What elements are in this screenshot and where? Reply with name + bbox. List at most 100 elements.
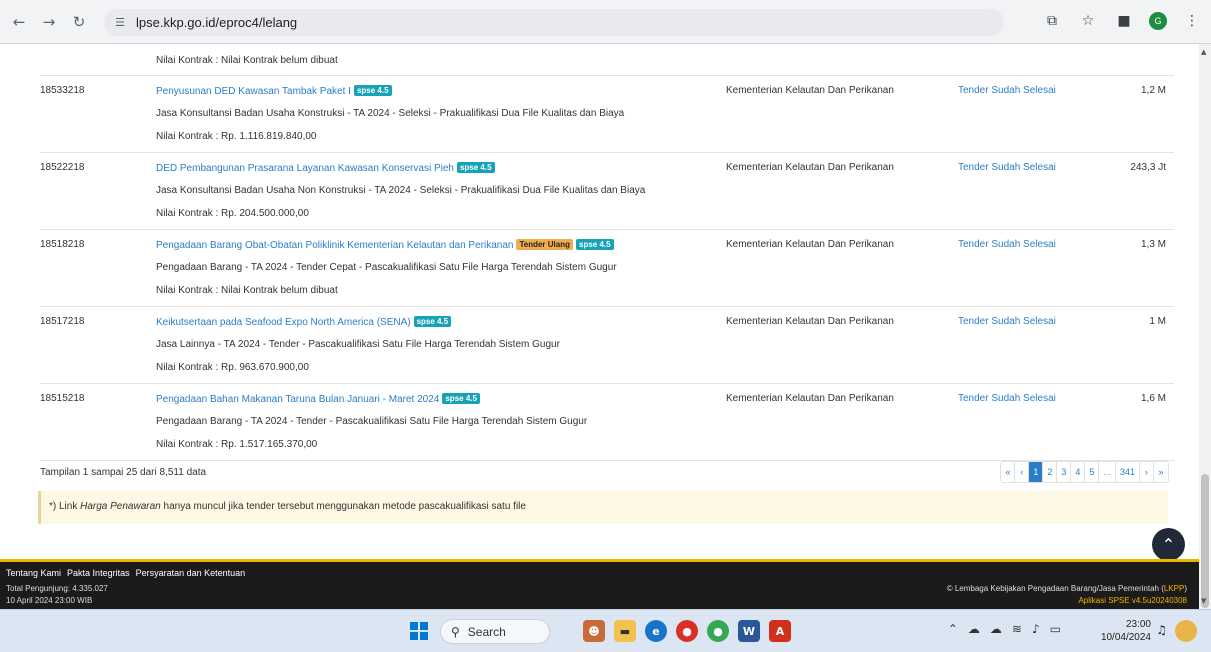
battery-icon[interactable]: ▭ [1050, 622, 1061, 636]
hps-value: 1 M [1149, 316, 1166, 327]
badge: spse 4.5 [456, 162, 495, 173]
tender-title-cell: Keikutsertaan pada Seafood Expo North Am… [156, 316, 452, 328]
pagination-item[interactable]: › [1140, 462, 1154, 482]
table-info: Tampilan 1 sampai 25 dari 8,511 data [40, 467, 207, 478]
nilai-kontrak: Nilai Kontrak : Rp. 1.517.165.370,00 [156, 439, 318, 450]
footer-link-persyaratan[interactable]: Persyaratan dan Ketentuan [136, 568, 246, 578]
people-app-icon[interactable]: ☻ [583, 620, 605, 642]
tender-status-link[interactable]: Tender Sudah Selesai [958, 239, 1056, 250]
notification-bell-icon[interactable]: ♫ [1156, 623, 1167, 637]
notice-box: *) Link Harga Penawaran hanya muncul jik… [38, 491, 1168, 524]
pagination-item[interactable]: 3 [1057, 462, 1072, 482]
instansi: Kementerian Kelautan Dan Perikanan [726, 393, 894, 404]
translate-icon[interactable]: ⧉ [1041, 10, 1063, 32]
page-scrollbar[interactable]: ▲ ▼ [1199, 44, 1211, 609]
windows-taskbar: ⚲ Search ☻ ▬ e ● ● W A ⌃ ☁ ☁ ≋ ♪ ▭ 23:00… [0, 609, 1211, 652]
onedrive-icon[interactable]: ☁ [968, 622, 980, 636]
tender-title-link[interactable]: Pengadaan Barang Obat-Obatan Poliklinik … [156, 240, 513, 251]
tender-status-link[interactable]: Tender Sudah Selesai [958, 162, 1056, 173]
nilai-kontrak: Nilai Kontrak : Rp. 204.500.000,00 [156, 208, 309, 219]
nilai-kontrak: Nilai Kontrak : Rp. 963.670.900,00 [156, 362, 309, 373]
taskbar-search[interactable]: ⚲ Search [440, 619, 550, 644]
url-text[interactable]: lpse.kkp.go.id/eproc4/lelang [136, 15, 297, 30]
footer-link-tentang[interactable]: Tentang Kami [6, 568, 61, 578]
table-row: 18518218 Pengadaan Barang Obat-Obatan Po… [40, 230, 1174, 307]
scroll-thumb[interactable] [1201, 474, 1209, 608]
badge: spse 4.5 [576, 239, 614, 250]
edge-browser-icon[interactable]: e [645, 620, 667, 642]
tender-status-link[interactable]: Tender Sudah Selesai [958, 85, 1056, 96]
pagination-item[interactable]: ‹ [1015, 462, 1030, 482]
tender-title-link[interactable]: Pengadaan Bahan Makanan Taruna Bulan Jan… [156, 394, 439, 405]
lkpp-link[interactable]: LKPP [1164, 584, 1184, 593]
windows-start-icon[interactable] [410, 622, 428, 640]
site-info-icon[interactable]: ☰ [110, 13, 130, 33]
nilai-kontrak: Nilai Kontrak : Nilai Kontrak belum dibu… [156, 55, 338, 66]
browser-actions: ⧉ ☆ ■ G ⋮ [1041, 10, 1203, 32]
notice-emphasis: Harga Penawaran [80, 501, 161, 512]
tender-id: 18515218 [40, 393, 85, 404]
clock-time: 23:00 [1125, 619, 1151, 630]
footer-links: Tentang Kami Pakta Integritas Persyarata… [6, 568, 245, 578]
clock-date: 10/04/2024 [1100, 632, 1151, 643]
table-row: 18522218 DED Pembangunan Prasarana Layan… [40, 153, 1174, 230]
pagination-item[interactable]: 341 [1115, 462, 1140, 482]
hps-value: 243,3 Jt [1130, 162, 1166, 173]
system-tray: ⌃ ☁ ☁ ≋ ♪ ▭ [948, 622, 1061, 636]
tender-title-link[interactable]: DED Pembangunan Prasarana Layanan Kawasa… [156, 163, 454, 174]
table-row: 18533218 Penyusunan DED Kawasan Tambak P… [40, 76, 1174, 153]
screen: ← → ↻ ☰ lpse.kkp.go.id/eproc4/lelang ⧉ ☆… [0, 0, 1211, 652]
footer-link-pakta[interactable]: Pakta Integritas [67, 568, 130, 578]
pdf-app-icon[interactable]: A [769, 620, 791, 642]
profile-avatar[interactable]: G [1149, 12, 1167, 30]
weather-icon[interactable] [1175, 620, 1197, 642]
forward-arrow-icon[interactable]: → [38, 11, 60, 33]
side-panel-icon[interactable]: ■ [1113, 10, 1135, 32]
tender-jenis: Jasa Konsultansi Badan Usaha Non Konstru… [156, 185, 646, 196]
tender-jenis: Pengadaan Barang - TA 2024 - Tender - Pa… [156, 416, 588, 427]
pagination-item[interactable]: 1 [1029, 462, 1044, 482]
copyright-prefix: © Lembaga Kebijakan Pengadaan Barang/Jas… [946, 584, 1164, 593]
notice-suffix: hanya muncul jika tender tersebut menggu… [160, 501, 526, 512]
badge: spse 4.5 [353, 85, 392, 96]
hps-value: 1,2 M [1140, 85, 1166, 96]
instansi: Kementerian Kelautan Dan Perikanan [726, 316, 894, 327]
tender-jenis: Jasa Konsultansi Badan Usaha Konstruksi … [156, 108, 625, 119]
notice-prefix: *) Link [49, 501, 81, 512]
pagination-item[interactable]: 2 [1043, 462, 1058, 482]
tender-jenis: Pengadaan Barang - TA 2024 - Tender Cepa… [156, 262, 617, 273]
tender-title-cell: Pengadaan Bahan Makanan Taruna Bulan Jan… [156, 393, 480, 405]
word-icon[interactable]: W [738, 620, 760, 642]
scroll-up-arrow-icon[interactable]: ▲ [1201, 48, 1206, 56]
scroll-to-top-icon[interactable]: ⌃ [1152, 528, 1185, 559]
taskbar-clock[interactable]: 23:00 10/04/2024 [1101, 618, 1151, 644]
pagination-item[interactable]: 5 [1085, 462, 1100, 482]
tender-title-link[interactable]: Keikutsertaan pada Seafood Expo North Am… [156, 317, 411, 328]
search-icon: ⚲ [451, 624, 460, 639]
file-explorer-icon[interactable]: ▬ [614, 620, 636, 642]
pagination-item[interactable]: « [1001, 462, 1016, 482]
instansi: Kementerian Kelautan Dan Perikanan [726, 85, 894, 96]
bookmark-star-icon[interactable]: ☆ [1077, 10, 1099, 32]
chrome-profile-icon[interactable]: ● [707, 620, 729, 642]
back-arrow-icon[interactable]: ← [8, 11, 30, 33]
reload-icon[interactable]: ↻ [68, 11, 90, 33]
pagination-item[interactable]: » [1154, 462, 1168, 482]
chrome-icon[interactable]: ● [676, 620, 698, 642]
pagination-item[interactable]: 4 [1071, 462, 1086, 482]
tender-id: 18522218 [40, 162, 85, 173]
tender-jenis: Jasa Lainnya - TA 2024 - Tender - Pascak… [156, 339, 560, 350]
volume-icon[interactable]: ♪ [1032, 622, 1040, 636]
tender-status-link[interactable]: Tender Sudah Selesai [958, 316, 1056, 327]
instansi: Kementerian Kelautan Dan Perikanan [726, 239, 894, 250]
cloud-icon[interactable]: ☁ [990, 622, 1002, 636]
wifi-icon[interactable]: ≋ [1012, 622, 1022, 636]
address-bar[interactable]: ☰ lpse.kkp.go.id/eproc4/lelang [104, 9, 1004, 36]
app-version: Aplikasi SPSE v4.5u20240308 [1078, 596, 1187, 605]
tender-title-link[interactable]: Penyusunan DED Kawasan Tambak Paket I [156, 86, 351, 97]
tray-expand-icon[interactable]: ⌃ [948, 622, 958, 636]
tender-status-link[interactable]: Tender Sudah Selesai [958, 393, 1056, 404]
visitor-count: Total Pengunjung: 4.335.027 [6, 584, 108, 593]
menu-kebab-icon[interactable]: ⋮ [1181, 10, 1203, 32]
scroll-down-arrow-icon[interactable]: ▼ [1201, 597, 1206, 605]
